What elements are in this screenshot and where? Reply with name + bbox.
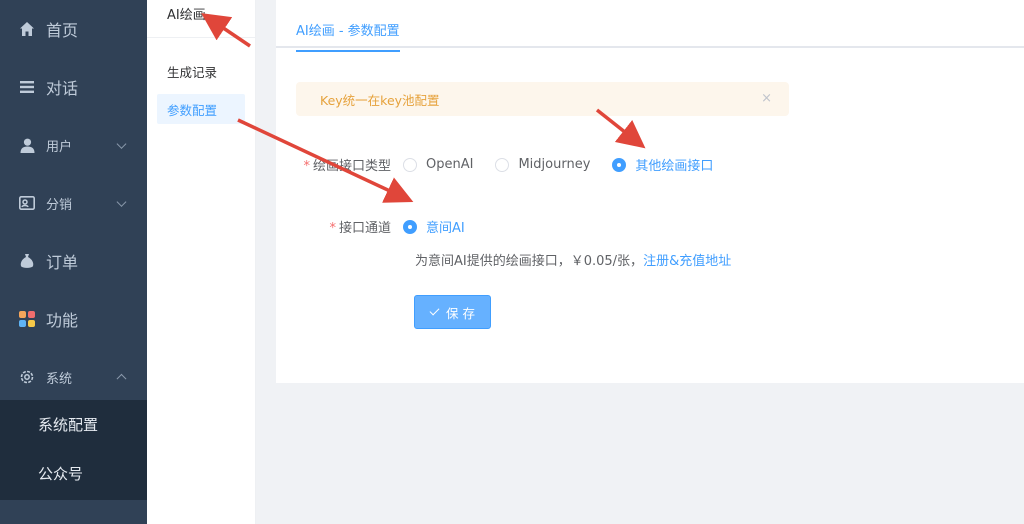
save-button[interactable]: 保 存 bbox=[414, 295, 491, 329]
home-icon bbox=[18, 20, 36, 38]
nav-system-label: 系统 bbox=[46, 371, 73, 387]
radio-dot bbox=[495, 157, 510, 172]
radio-dot-checked bbox=[612, 157, 627, 172]
ai-drawing-submenu: AI绘画 生成记录 参数配置 bbox=[147, 0, 256, 524]
list-icon bbox=[18, 78, 36, 96]
user-icon bbox=[18, 136, 36, 154]
radio-other-interface[interactable]: 其他绘画接口 bbox=[612, 155, 713, 174]
radio-yijian-ai[interactable]: 意间AI bbox=[403, 217, 465, 236]
register-link[interactable]: 注册&充值地址 bbox=[643, 254, 731, 269]
money-bag-icon bbox=[18, 252, 36, 270]
main-sidebar: 首页 对话 用户 分销 订单 功能 系统 系统配置 公众号 bbox=[0, 0, 147, 524]
card-icon bbox=[18, 194, 36, 212]
nav-system[interactable]: 系统 bbox=[0, 348, 147, 406]
system-submenu: 系统配置 公众号 bbox=[0, 400, 147, 500]
nav-home[interactable]: 首页 bbox=[0, 0, 147, 58]
channel-label: * 接口通道 bbox=[329, 221, 391, 236]
nav-distribution-label: 分销 bbox=[46, 197, 73, 213]
nav-distribution[interactable]: 分销 bbox=[0, 174, 147, 232]
submenu-item-records[interactable]: 生成记录 bbox=[157, 56, 245, 86]
tab-params[interactable]: AI绘画 - 参数配置 bbox=[296, 20, 400, 52]
nav-home-label: 首页 bbox=[46, 21, 79, 40]
gear-icon bbox=[18, 368, 36, 386]
radio-dot bbox=[403, 157, 417, 172]
channel-hint: 为意间AI提供的绘画接口，￥0.05/张，注册&充值地址 bbox=[415, 250, 731, 269]
warning-alert: Key统一在key池配置 × bbox=[296, 82, 789, 116]
nav-features-label: 功能 bbox=[46, 311, 79, 330]
nav-chat-label: 对话 bbox=[46, 79, 79, 98]
chevron-down-icon bbox=[116, 197, 127, 207]
chevron-down-icon bbox=[116, 139, 127, 149]
check-icon bbox=[429, 305, 440, 316]
nav-users-label: 用户 bbox=[46, 139, 73, 155]
save-label: 保 存 bbox=[446, 305, 475, 321]
nav-official-account[interactable]: 公众号 bbox=[0, 449, 147, 498]
tab-bar: AI绘画 - 参数配置 bbox=[276, 0, 1024, 52]
nav-orders[interactable]: 订单 bbox=[0, 232, 147, 290]
radio-midjourney[interactable]: Midjourney bbox=[495, 157, 590, 172]
interface-type-label: * 绘画接口类型 bbox=[303, 159, 391, 174]
close-icon[interactable]: × bbox=[761, 91, 772, 106]
channel-row: * 接口通道 意间AI bbox=[276, 217, 487, 236]
main-card: AI绘画 - 参数配置 Key统一在key池配置 × bbox=[276, 0, 1024, 383]
nav-system-config[interactable]: 系统配置 bbox=[0, 400, 147, 449]
alert-text: Key统一在key池配置 bbox=[320, 92, 440, 108]
hint-text: 为意间AI提供的绘画接口，￥0.05/张， bbox=[415, 254, 644, 269]
radio-openai[interactable]: OpenAI bbox=[403, 157, 473, 172]
nav-chat[interactable]: 对话 bbox=[0, 58, 147, 116]
submenu-item-params[interactable]: 参数配置 bbox=[157, 94, 245, 124]
chevron-up-icon bbox=[116, 373, 127, 384]
nav-users[interactable]: 用户 bbox=[0, 116, 147, 174]
interface-type-row: * 绘画接口类型 OpenAI Midjourney 其他绘画接口 bbox=[276, 155, 735, 174]
submenu-title: AI绘画 bbox=[147, 0, 255, 38]
radio-dot-checked bbox=[403, 219, 417, 234]
nav-orders-label: 订单 bbox=[46, 253, 79, 272]
apps-icon bbox=[18, 310, 36, 328]
nav-features[interactable]: 功能 bbox=[0, 290, 147, 348]
